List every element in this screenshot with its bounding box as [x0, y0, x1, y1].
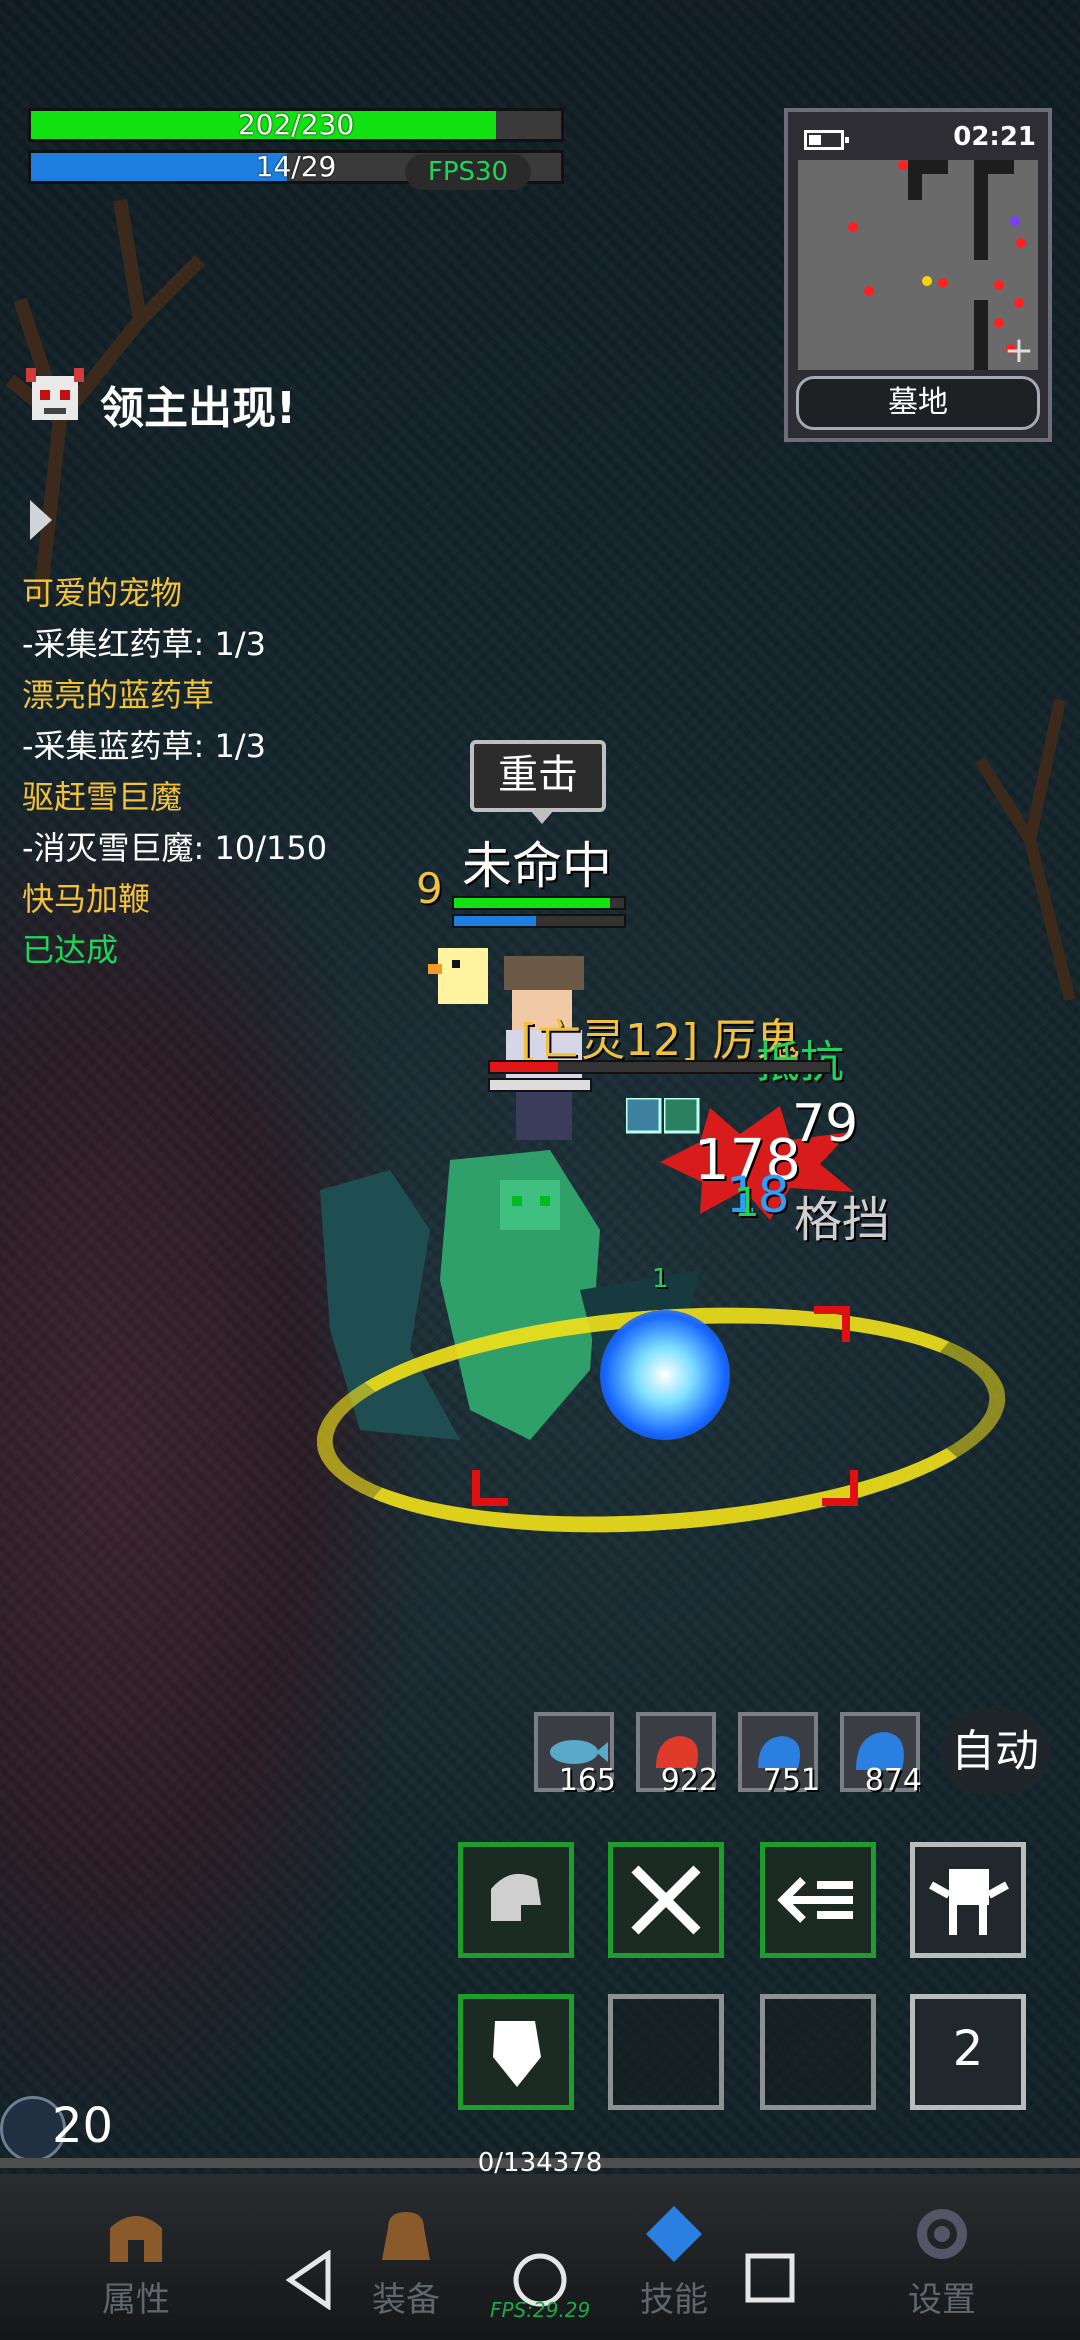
spear-dash-icon [777, 1877, 853, 1923]
location-label: 墓地 [796, 376, 1040, 430]
recents-icon[interactable] [744, 2250, 796, 2310]
quest-status: 已达成 [22, 931, 119, 969]
tab-label: 装备 [372, 2280, 440, 2320]
tab-label: 设置 [908, 2280, 976, 2320]
back-icon[interactable] [284, 2250, 334, 2310]
quest-step: -采集蓝药草: 1/3 [22, 727, 267, 765]
potion-slot-fish[interactable]: 165 [534, 1712, 616, 1798]
hp-text: 202/230 [237, 108, 355, 141]
potion-count: 874 [864, 1763, 922, 1798]
enemy-hp-bar [488, 1060, 832, 1074]
quest-title[interactable]: 驱赶雪巨魔 [22, 772, 402, 823]
potion-slot-red[interactable]: 922 [636, 1712, 718, 1798]
damage-number-white: 79 [792, 1094, 859, 1154]
helmet-icon [110, 2216, 162, 2262]
skill-slot-empty[interactable] [608, 1994, 724, 2110]
clock-time: 02:21 [953, 122, 1036, 152]
bag-icon [382, 2212, 430, 2260]
potion-count: 922 [660, 1763, 718, 1798]
skill-slot-cooldown[interactable]: 2 [910, 1994, 1026, 2110]
potion-slot-blue-large[interactable]: 874 [840, 1712, 922, 1798]
tab-label: 技能 [640, 2280, 708, 2320]
tab-settings[interactable]: 设置 [882, 2204, 1002, 2321]
quest-title[interactable]: 快马加鞭 [22, 874, 402, 925]
system-fps-text: FPS:29.29 [490, 2298, 591, 2322]
gear-icon [917, 2209, 967, 2259]
minimap-expand-icon[interactable]: + [1004, 330, 1034, 371]
crossed-swords-icon [631, 1865, 701, 1935]
boss-notice: 领主出现! [100, 383, 297, 434]
ice-orb-effect [600, 1310, 730, 1440]
damage-number-green: 1 [734, 1180, 760, 1226]
potion-slot-blue[interactable]: 751 [738, 1712, 820, 1798]
battery-icon [804, 130, 849, 150]
cooldown-count: 2 [952, 2021, 984, 2077]
quest-tracker[interactable]: 可爱的宠物 -采集红药草: 1/3 漂亮的蓝药草 -采集蓝药草: 1/3 驱赶雪… [22, 568, 402, 976]
tab-equipment[interactable]: 装备 [346, 2204, 466, 2321]
fps-badge: FPS30 [405, 154, 531, 190]
resist-text: 抵抗 [756, 1026, 844, 1090]
potion-count: 751 [762, 1763, 820, 1798]
enemy-status-bar [488, 1078, 592, 1092]
block-text: 格挡 [794, 1192, 891, 1248]
dead-tree-right [974, 698, 1076, 1000]
skill-slot-2[interactable] [608, 1842, 724, 1958]
tab-label: 属性 [102, 2280, 170, 2320]
demon-skull-icon [26, 368, 84, 420]
skill-slot-4[interactable] [910, 1842, 1026, 1958]
skill-slot-3[interactable] [760, 1842, 876, 1958]
skill-speech-bubble: 重击 [470, 740, 606, 824]
target-corner-br [822, 1470, 858, 1506]
miss-text: 未命中 [462, 837, 612, 895]
quest-title[interactable]: 漂亮的蓝药草 [22, 670, 402, 721]
auto-button[interactable]: 自动 [940, 1710, 1050, 1794]
crystal-icon [646, 2206, 702, 2262]
target-corner-bl [472, 1470, 508, 1506]
potion-count: 165 [558, 1763, 616, 1798]
helmet-skill-icon [491, 1873, 541, 1921]
tab-attributes[interactable]: 属性 [76, 2204, 196, 2321]
small-heal-text: 1 [652, 1264, 669, 1294]
player-mp-minibar [452, 914, 626, 928]
hp-bar: 202/230 [28, 108, 564, 142]
minimap[interactable]: 02:21 + 墓地 [784, 108, 1052, 442]
skill-slot-5[interactable] [458, 1994, 574, 2110]
skill-slot-empty[interactable] [760, 1994, 876, 2110]
berserk-icon [929, 1869, 1009, 1935]
quest-step: -采集红药草: 1/3 [22, 625, 267, 663]
minimap-field [798, 160, 1038, 370]
player-hp-minibar [452, 896, 626, 910]
tab-skills[interactable]: 技能 [614, 2204, 734, 2321]
quest-title[interactable]: 可爱的宠物 [22, 568, 402, 619]
player-level: 20 [52, 2098, 114, 2154]
target-corner-tr [814, 1306, 850, 1342]
skill-slot-1[interactable] [458, 1842, 574, 1958]
shield-fist-icon [493, 2021, 541, 2087]
player-level-text: 9 [416, 864, 443, 913]
collapse-arrow-icon[interactable] [30, 500, 52, 540]
quest-step: -消灭雪巨魔: 10/150 [22, 829, 328, 867]
